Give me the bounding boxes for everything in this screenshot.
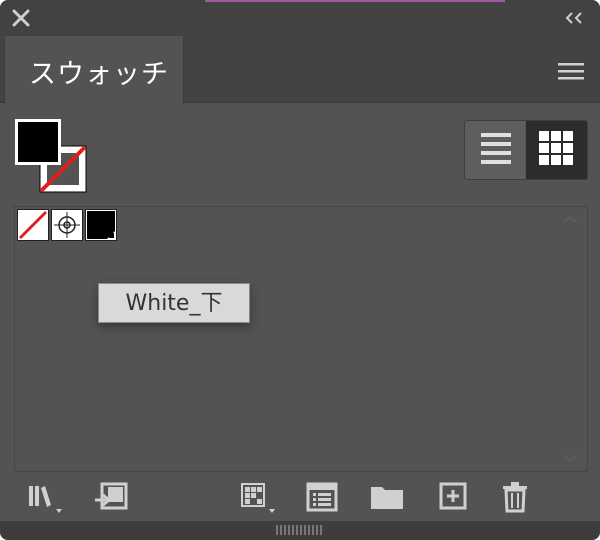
- swatch-options-button[interactable]: [304, 478, 340, 516]
- swatches-panel: スウォッチ White_下: [0, 0, 600, 540]
- import-swatch-button[interactable]: [92, 478, 132, 516]
- fill-swatch[interactable]: [15, 119, 61, 165]
- show-swatch-kinds-button[interactable]: [236, 478, 282, 516]
- import-swatch-icon: [95, 482, 128, 510]
- new-swatch-button[interactable]: [436, 478, 470, 516]
- swatch-options-icon: [306, 482, 338, 512]
- libraries-menu-button[interactable]: [24, 478, 68, 516]
- close-icon[interactable]: [12, 9, 30, 27]
- registration-swatch[interactable]: [51, 209, 83, 241]
- resize-grip-icon[interactable]: [276, 525, 324, 535]
- grid-view-icon: [539, 131, 573, 165]
- accent-strip: [205, 0, 505, 2]
- swatch-grid[interactable]: [14, 206, 588, 472]
- panel-title-bar[interactable]: [0, 0, 600, 36]
- scroll-up-arrow-icon[interactable]: [561, 215, 579, 225]
- panel-bottom-bar: [0, 521, 600, 540]
- show-swatch-kinds-icon: [241, 483, 275, 513]
- tab-strip: スウォッチ: [0, 36, 600, 104]
- hamburger-menu-icon[interactable]: [558, 62, 584, 80]
- black-swatch[interactable]: [85, 209, 117, 241]
- libraries-menu-icon: [29, 486, 62, 513]
- swatch-tooltip: White_下: [98, 283, 250, 323]
- collapse-double-chevron-icon[interactable]: [564, 11, 586, 25]
- new-color-group-folder-icon: [371, 487, 403, 509]
- tab-swatches[interactable]: スウォッチ: [4, 36, 184, 104]
- scroll-down-arrow-icon[interactable]: [561, 453, 579, 463]
- new-swatch-icon: [439, 482, 467, 510]
- delete-swatch-button[interactable]: [498, 478, 532, 516]
- tab-swatches-label: スウォッチ: [29, 59, 169, 90]
- fill-stroke-widget[interactable]: [14, 118, 94, 198]
- view-toggle: [464, 120, 588, 180]
- trash-icon: [503, 482, 527, 513]
- new-color-group-button[interactable]: [368, 478, 406, 516]
- none-swatch[interactable]: [17, 209, 49, 241]
- list-view-icon: [481, 133, 511, 164]
- list-view-button[interactable]: [465, 121, 525, 179]
- grid-view-button[interactable]: [526, 121, 587, 179]
